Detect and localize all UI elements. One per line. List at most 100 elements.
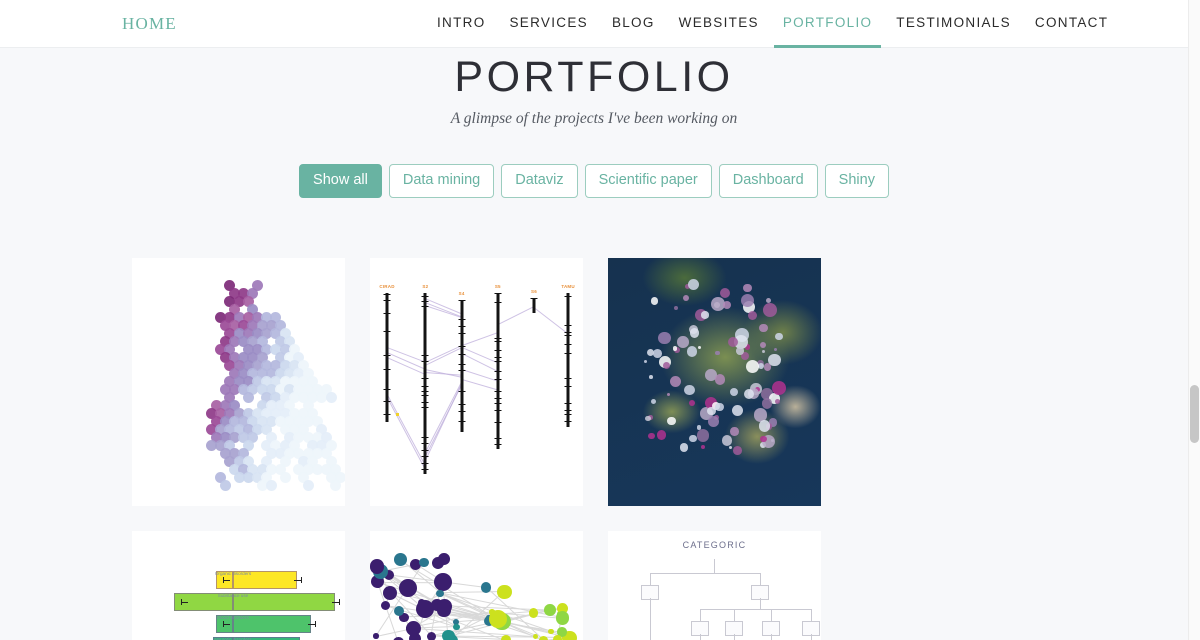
network-node xyxy=(437,599,452,614)
filter-button-data-mining[interactable]: Data mining xyxy=(389,164,494,198)
nav-item-label: PORTFOLIO xyxy=(783,15,872,30)
butterfly-category-label: Organic disorders xyxy=(183,571,283,578)
map-bubble xyxy=(697,429,709,441)
synteny-gene-tick xyxy=(458,391,465,392)
tree-edge xyxy=(760,573,761,585)
synteny-gene-tick xyxy=(565,386,572,387)
map-bubble xyxy=(645,416,651,422)
synteny-gene-tick xyxy=(494,338,501,339)
network-node xyxy=(427,632,437,640)
synteny-gene-tick xyxy=(384,369,391,370)
synteny-gene-tick xyxy=(494,350,501,351)
nav-item-blog[interactable]: BLOG xyxy=(600,0,667,48)
synteny-gene-tick xyxy=(422,463,429,464)
synteny-gene-tick xyxy=(458,421,465,422)
france-bubble-map-thumbnail[interactable] xyxy=(608,258,821,506)
filter-button-shiny[interactable]: Shiny xyxy=(825,164,889,198)
hexbin-map-thumbnail[interactable] xyxy=(132,258,345,506)
synteny-gene-tick xyxy=(565,410,572,411)
decision-tree-thumbnail[interactable]: CATEGORIC xyxy=(608,531,821,640)
nav-item-testimonials[interactable]: TESTIMONIALS xyxy=(884,0,1023,48)
synteny-gene-tick xyxy=(458,346,465,347)
page-scrollbar-thumb[interactable] xyxy=(1190,385,1199,443)
synteny-gene-tick xyxy=(422,391,429,392)
tree-edge xyxy=(700,634,701,640)
nav-item-label: BLOG xyxy=(612,15,655,30)
butterfly-chart-thumbnail[interactable]: Organic disordersSubstance useMood disor… xyxy=(132,531,345,640)
nav-item-portfolio[interactable]: PORTFOLIO xyxy=(771,0,884,48)
network-graph-thumbnail[interactable] xyxy=(370,531,583,640)
main-nav: INTROSERVICES BLOG WEBSITES PORTFOLIO TESTIM… xyxy=(425,0,1120,48)
synteny-axis-label-s4: S4 xyxy=(459,291,465,296)
synteny-gene-tick xyxy=(494,444,501,445)
map-bubble xyxy=(763,303,777,317)
nav-item-services[interactable]: SERVICES xyxy=(498,0,600,48)
map-bubble xyxy=(715,374,725,384)
synteny-gene-tick xyxy=(494,361,501,362)
filter-button-dataviz[interactable]: Dataviz xyxy=(501,164,577,198)
synteny-axis-label-s2: S2 xyxy=(422,284,428,289)
synteny-gene-tick xyxy=(422,306,429,307)
map-bubble xyxy=(698,346,701,349)
butterfly-chart: Organic disordersSubstance useMood disor… xyxy=(132,531,345,640)
brand-home-link[interactable]: HOME xyxy=(122,14,177,34)
page-scrollbar-track[interactable] xyxy=(1188,0,1200,640)
synteny-axis-label-cirad: CIRAD xyxy=(379,284,394,289)
synteny-plot-thumbnail[interactable]: CIRADS2S4S5S6TAMU xyxy=(370,258,583,506)
butterfly-category-label: Mood disorders xyxy=(183,615,283,622)
hexbin-cell xyxy=(243,392,254,403)
butterfly-errorbar-left xyxy=(181,602,188,603)
synteny-axis-label-s5: S5 xyxy=(495,284,501,289)
synteny-gene-tick xyxy=(384,414,391,415)
map-bubble xyxy=(774,348,777,351)
network-node xyxy=(406,621,421,636)
network-node xyxy=(453,624,459,630)
nav-item-websites[interactable]: WEBSITES xyxy=(667,0,771,48)
synteny-gene-tick xyxy=(422,355,429,356)
tree-title: CATEGORIC xyxy=(608,540,821,550)
nav-item-contact[interactable]: CONTACT xyxy=(1023,0,1120,48)
synteny-gene-tick xyxy=(565,325,572,326)
hexbin-cell xyxy=(330,480,341,491)
synteny-gene-tick xyxy=(422,456,429,457)
network-node xyxy=(442,630,454,640)
synteny-link xyxy=(462,332,499,346)
map-bubble xyxy=(651,399,656,404)
hexbin-cell xyxy=(280,472,291,483)
nav-item-label: CONTACT xyxy=(1035,15,1108,30)
hexbin-map-chart xyxy=(132,258,345,506)
synteny-gene-tick xyxy=(494,293,501,294)
network-node xyxy=(544,604,556,616)
map-bubble xyxy=(690,328,700,338)
synteny-gene-tick xyxy=(422,301,429,302)
synteny-gene-tick xyxy=(531,298,538,299)
network-node xyxy=(548,629,553,634)
page-subtitle: A glimpse of the projects I've been work… xyxy=(0,110,1188,128)
nav-item-intro[interactable]: INTRO xyxy=(425,0,498,48)
filter-button-dashboard[interactable]: Dashboard xyxy=(719,164,818,198)
network-node xyxy=(394,553,407,566)
synteny-gene-tick xyxy=(422,395,429,396)
map-bubble xyxy=(729,446,732,449)
filter-button-scientific-paper[interactable]: Scientific paper xyxy=(585,164,712,198)
synteny-gene-tick xyxy=(422,386,429,387)
network-node xyxy=(497,585,511,599)
map-bubble xyxy=(653,349,662,358)
hexbin-cell xyxy=(326,392,337,403)
network-node xyxy=(438,553,450,565)
synteny-link xyxy=(425,347,462,366)
synteny-gene-tick xyxy=(494,302,501,303)
map-bubble xyxy=(764,363,771,370)
synteny-chromosome-bar xyxy=(424,293,427,474)
synteny-gene-tick xyxy=(384,401,391,402)
map-bubble xyxy=(760,436,766,442)
portfolio-page: HOME INTROSERVICES BLOG WEBSITES PORTFOLIO T… xyxy=(0,0,1200,640)
map-bubble xyxy=(775,333,783,341)
network-node xyxy=(553,635,562,640)
filter-button-show-all[interactable]: Show all xyxy=(299,164,382,198)
map-bubble xyxy=(720,288,730,298)
tree-edge xyxy=(771,609,772,621)
synteny-gene-tick xyxy=(494,410,501,411)
synteny-chromosome-bar xyxy=(533,298,536,313)
network-node xyxy=(481,582,491,592)
